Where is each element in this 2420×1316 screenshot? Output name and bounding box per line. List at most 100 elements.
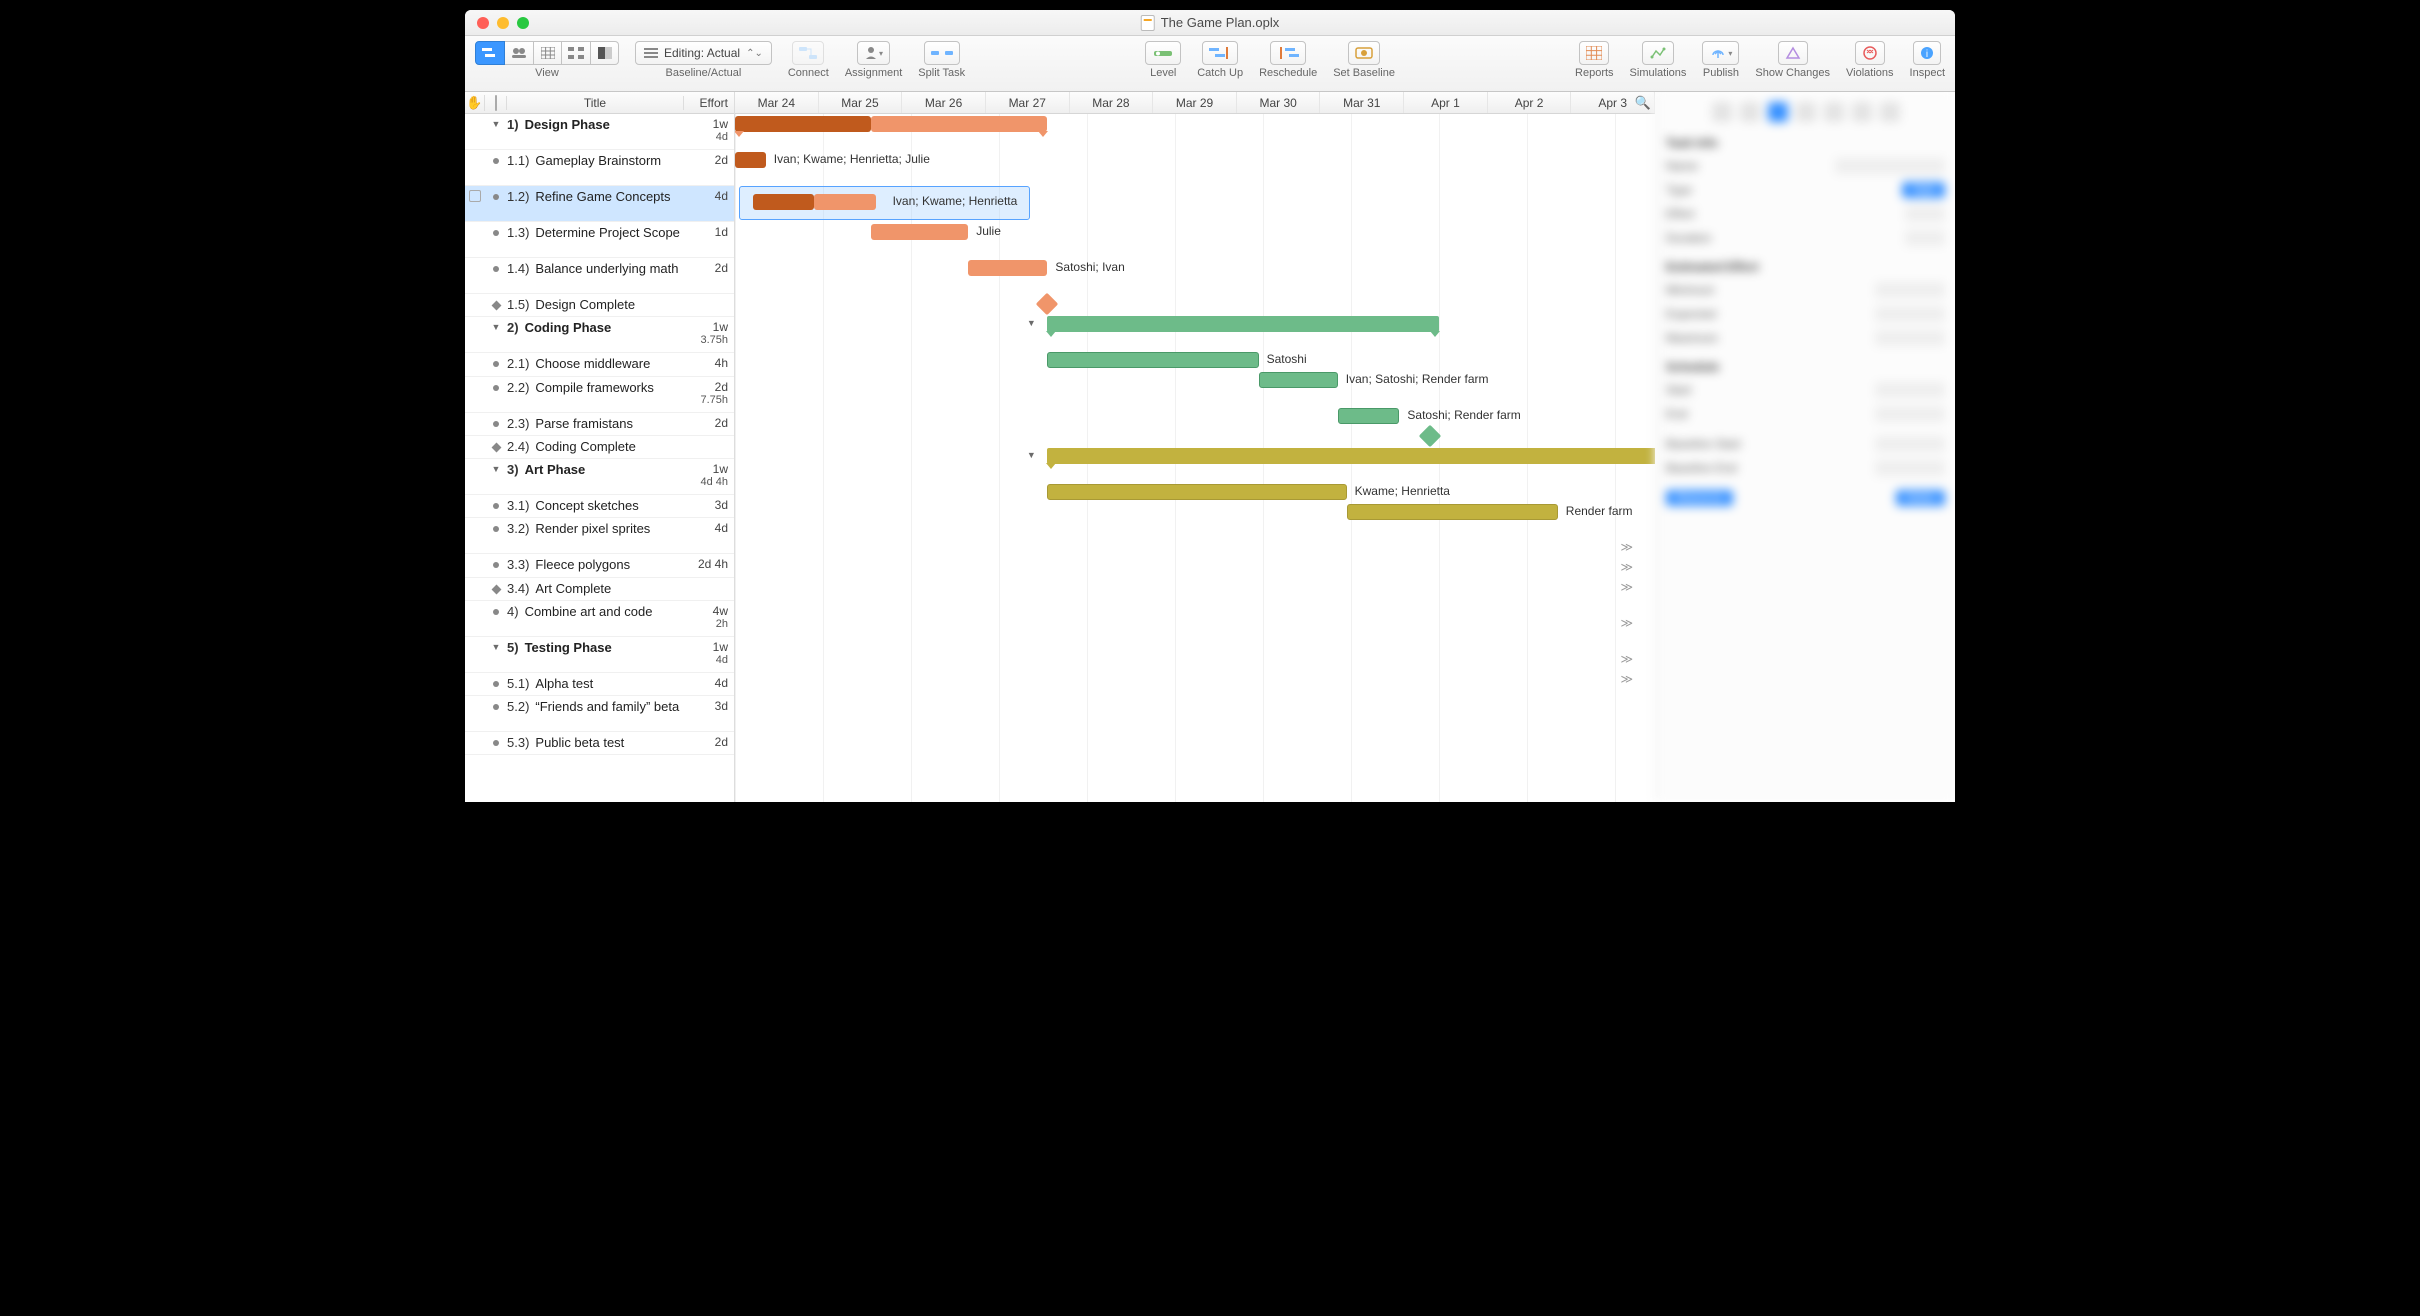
gantt-bar[interactable]	[1259, 372, 1338, 388]
date-column[interactable]: Mar 28	[1070, 92, 1154, 113]
gantt-bar[interactable]	[871, 224, 968, 240]
date-column[interactable]: Mar 27	[986, 92, 1070, 113]
task-row[interactable]: 4) Combine art and code4w2h	[465, 601, 734, 637]
view-label: View	[535, 67, 559, 79]
gantt-view-button[interactable]	[475, 41, 505, 65]
summary-bar[interactable]	[1047, 448, 1655, 464]
gantt-bar[interactable]	[1347, 504, 1558, 520]
task-row[interactable]: 1.3) Determine Project Scope1d	[465, 222, 734, 258]
hand-column-icon[interactable]: ✋	[465, 95, 485, 111]
reschedule-button[interactable]	[1270, 41, 1306, 65]
date-column[interactable]: Apr 2	[1488, 92, 1572, 113]
zoom-icon[interactable]: 🔍	[1635, 95, 1651, 111]
bar-assignees-label: Julie	[976, 224, 1001, 238]
titlebar: The Game Plan.oplx	[465, 10, 1955, 36]
catch-up-button[interactable]	[1202, 41, 1238, 65]
task-row[interactable]: ▼1) Design Phase1w4d	[465, 114, 734, 150]
gantt-bar[interactable]	[735, 152, 766, 168]
milestone-marker[interactable]	[1036, 293, 1059, 316]
set-baseline-button[interactable]	[1348, 41, 1380, 65]
date-column[interactable]: Mar 29	[1153, 92, 1237, 113]
calendar-view-button[interactable]	[534, 41, 562, 65]
styles-view-button[interactable]	[591, 41, 619, 65]
task-row[interactable]: 5.2) “Friends and family” beta3d	[465, 696, 734, 732]
task-row[interactable]: 3.2) Render pixel sprites4d	[465, 518, 734, 554]
minimize-window-button[interactable]	[497, 17, 509, 29]
show-changes-button[interactable]	[1778, 41, 1808, 65]
summary-bar[interactable]	[1047, 316, 1439, 332]
task-row[interactable]: 5.1) Alpha test4d	[465, 673, 734, 696]
set-baseline-label: Set Baseline	[1333, 67, 1395, 79]
baseline-select[interactable]: Editing: Actual ⌃⌄	[635, 41, 772, 65]
split-group: Split Task	[918, 41, 965, 79]
window-controls	[465, 17, 529, 29]
task-outline[interactable]: ▼1) Design Phase1w4d1.1) Gameplay Brains…	[465, 114, 734, 802]
date-column[interactable]: Mar 24	[735, 92, 819, 113]
toolbar: View Editing: Actual ⌃⌄ Baseline/Actual …	[465, 36, 1955, 92]
timeline-header[interactable]: Mar 24Mar 25Mar 26Mar 27Mar 28Mar 29Mar …	[735, 92, 1655, 114]
effort-column-header[interactable]: Effort	[684, 96, 734, 110]
reports-button[interactable]	[1579, 41, 1609, 65]
inspect-button[interactable]: i	[1913, 41, 1941, 65]
assignment-group: ▾ Assignment	[845, 41, 902, 79]
bar-assignees-label: Render farm	[1566, 504, 1633, 518]
task-row[interactable]: 2.1) Choose middleware4h	[465, 353, 734, 376]
connect-button[interactable]	[792, 41, 824, 65]
publish-button[interactable]: ▾	[1702, 41, 1739, 65]
date-column[interactable]: Mar 31	[1320, 92, 1404, 113]
reports-label: Reports	[1575, 67, 1614, 79]
gantt-bar[interactable]	[753, 194, 815, 210]
gantt-bar[interactable]	[1047, 484, 1346, 500]
task-row[interactable]: 1.5) Design Complete	[465, 294, 734, 317]
date-column[interactable]: Mar 25	[819, 92, 903, 113]
task-row[interactable]: 5.3) Public beta test2d	[465, 732, 734, 755]
task-row[interactable]: 1.1) Gameplay Brainstorm2d	[465, 150, 734, 186]
task-row[interactable]: 2.2) Compile frameworks2d7.75h	[465, 377, 734, 413]
task-outline-panel: ✋ Title Effort ▼1) Design Phase1w4d1.1) …	[465, 92, 735, 802]
gantt-bar[interactable]	[1047, 352, 1258, 368]
task-row[interactable]: 1.4) Balance underlying math2d	[465, 258, 734, 294]
assignment-button[interactable]: ▾	[857, 41, 890, 65]
bar-assignees-label: Satoshi; Ivan	[1055, 260, 1124, 274]
date-column[interactable]: Mar 26	[902, 92, 986, 113]
baseline-group: Editing: Actual ⌃⌄ Baseline/Actual	[635, 41, 772, 79]
network-view-button[interactable]	[562, 41, 591, 65]
date-column[interactable]: Apr 1	[1404, 92, 1488, 113]
outline-header: ✋ Title Effort	[465, 92, 734, 114]
split-task-button[interactable]	[924, 41, 960, 65]
window-title: The Game Plan.oplx	[1141, 15, 1280, 31]
task-row[interactable]: ▼2) Coding Phase1w3.75h	[465, 317, 734, 353]
summary-bar[interactable]	[871, 116, 1047, 132]
task-row[interactable]: 3.4) Art Complete	[465, 578, 734, 601]
violations-button[interactable]	[1855, 41, 1885, 65]
task-row[interactable]: 1.2) Refine Game Concepts4d	[465, 186, 734, 222]
title-column-header[interactable]: Title	[507, 96, 684, 110]
task-row[interactable]: 3.3) Fleece polygons2d 4h	[465, 554, 734, 577]
reschedule-label: Reschedule	[1259, 67, 1317, 79]
task-row[interactable]: ▼5) Testing Phase1w4d	[465, 637, 734, 673]
chevron-down-icon[interactable]: ▼	[1025, 318, 1037, 328]
date-column[interactable]: Mar 30	[1237, 92, 1321, 113]
task-row[interactable]: 3.1) Concept sketches3d	[465, 495, 734, 518]
close-window-button[interactable]	[477, 17, 489, 29]
resource-view-button[interactable]	[505, 41, 534, 65]
gantt-bar[interactable]	[1338, 408, 1400, 424]
catch-up-label: Catch Up	[1197, 67, 1243, 79]
publish-label: Publish	[1703, 67, 1739, 79]
task-row[interactable]: 2.4) Coding Complete	[465, 436, 734, 459]
zoom-window-button[interactable]	[517, 17, 529, 29]
chevron-down-icon[interactable]: ▼	[1025, 450, 1037, 460]
task-row[interactable]: ▼3) Art Phase1w4d 4h	[465, 459, 734, 495]
task-row[interactable]: 2.3) Parse framistans2d	[465, 413, 734, 436]
baseline-label: Baseline/Actual	[666, 67, 742, 79]
gantt-bar[interactable]	[968, 260, 1047, 276]
gantt-body[interactable]: Ivan; Kwame; Henrietta; JulieIvan; Kwame…	[735, 114, 1655, 802]
level-button[interactable]	[1145, 41, 1181, 65]
gantt-bar[interactable]	[814, 194, 876, 210]
offscreen-indicator: ≫	[1620, 580, 1633, 594]
connect-label: Connect	[788, 67, 829, 79]
note-column-icon[interactable]	[485, 96, 507, 110]
simulations-button[interactable]	[1642, 41, 1674, 65]
document-icon	[1141, 15, 1155, 31]
bar-assignees-label: Ivan; Satoshi; Render farm	[1346, 372, 1489, 386]
